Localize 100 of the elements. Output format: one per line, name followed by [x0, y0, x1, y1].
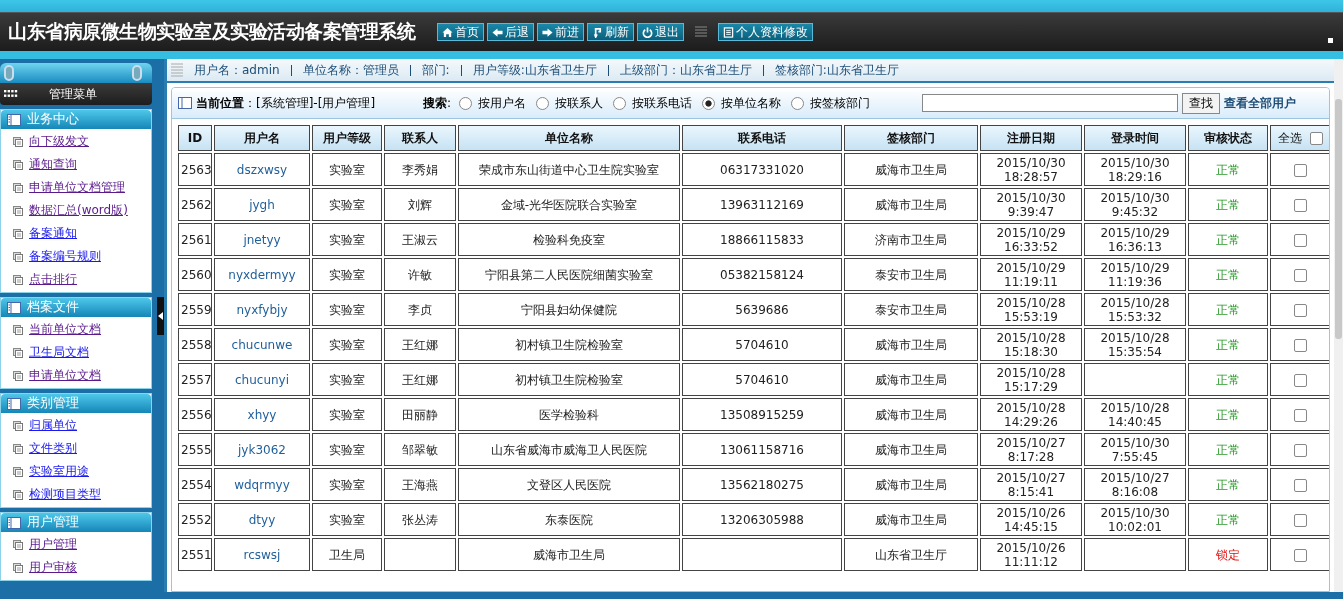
table-cell: 威海市卫生局: [844, 188, 978, 221]
table-cell: 5639686: [682, 293, 842, 326]
nav-button[interactable]: 首页: [437, 23, 484, 41]
row-checkbox[interactable]: [1293, 478, 1307, 492]
column-header: 联系电话: [682, 125, 842, 151]
table-cell: 2015/10/26 14:45:15: [980, 503, 1082, 536]
row-checkbox[interactable]: [1293, 233, 1307, 247]
row-checkbox[interactable]: [1293, 198, 1307, 212]
search-option[interactable]: 按联系电话: [613, 94, 693, 112]
menu-link[interactable]: 文件类别: [29, 440, 77, 457]
row-checkbox[interactable]: [1293, 548, 1307, 562]
menu-link[interactable]: 实验室用途: [29, 463, 89, 480]
username-link[interactable]: jyk3062: [238, 442, 286, 457]
menu-link[interactable]: 数据汇总(word版): [29, 202, 128, 219]
row-checkbox[interactable]: [1293, 513, 1307, 527]
username-link[interactable]: jygh: [249, 197, 275, 212]
menu-title: 管理菜单: [48, 85, 98, 103]
username-link[interactable]: nyxfybjy: [236, 302, 288, 317]
username-link[interactable]: wdqrmyy: [234, 477, 290, 492]
table-cell: 威海市卫生局: [844, 153, 978, 186]
column-header: 用户名: [214, 125, 310, 151]
table-cell: 05382158124: [682, 258, 842, 291]
table-cell: 2015/10/28 14:40:45: [1084, 398, 1186, 431]
menu-link[interactable]: 申请单位文档管理: [29, 179, 125, 196]
nav-button[interactable]: 后退: [487, 23, 534, 41]
search-field[interactable]: [922, 94, 1179, 112]
find-button[interactable]: 查找: [1182, 92, 1221, 114]
table-cell: 实验室: [312, 433, 382, 466]
nav-button[interactable]: 刷新: [587, 23, 634, 41]
status-text: 正常: [1216, 302, 1240, 317]
table-cell: 2562: [178, 188, 212, 221]
page-icon: [13, 562, 23, 573]
table-cell: 2015/10/28 15:17:29: [980, 363, 1082, 396]
profile-button[interactable]: 个人资料修改: [718, 23, 813, 41]
status-text: 正常: [1216, 162, 1240, 177]
menu-link[interactable]: 备案通知: [29, 225, 77, 242]
menu-link[interactable]: 归属单位: [29, 417, 77, 434]
username-link[interactable]: jnetyy: [243, 232, 281, 247]
table-cell: 济南市卫生局: [844, 223, 978, 256]
row-checkbox[interactable]: [1293, 373, 1307, 387]
menu-link[interactable]: 申请单位文档: [29, 367, 101, 384]
menu-link[interactable]: 当前单位文档: [29, 321, 101, 338]
row-checkbox[interactable]: [1293, 338, 1307, 352]
status-text: 正常: [1216, 232, 1240, 247]
table-cell: 王红娜: [384, 328, 456, 361]
page-icon: [13, 539, 23, 550]
table-cell: 2015/10/30 9:39:47: [980, 188, 1082, 221]
row-checkbox[interactable]: [1293, 163, 1307, 177]
search-option[interactable]: 按签核部门: [791, 94, 871, 112]
home-icon: [442, 26, 453, 38]
search-option[interactable]: 按用户名: [459, 94, 527, 112]
row-checkbox[interactable]: [1293, 303, 1307, 317]
username-link[interactable]: nyxdermyy: [228, 267, 296, 282]
column-header: ID: [178, 125, 212, 151]
row-checkbox[interactable]: [1293, 268, 1307, 282]
username-link[interactable]: xhyy: [247, 407, 277, 422]
page-icon: [13, 205, 23, 216]
menu-link[interactable]: 用户审核: [29, 559, 77, 576]
page-icon: [13, 182, 23, 193]
menu-link[interactable]: 检测项目类型: [29, 486, 101, 503]
menu-link[interactable]: 用户管理: [29, 536, 77, 553]
menu-link[interactable]: 卫生局文档: [29, 344, 89, 361]
row-checkbox[interactable]: [1293, 408, 1307, 422]
section-title: 用户管理: [27, 514, 79, 531]
table-cell: 宁阳县第二人民医院细菌实验室: [458, 258, 680, 291]
row-checkbox[interactable]: [1293, 443, 1307, 457]
info-text: 上级部门：山东省卫生厅: [619, 61, 752, 79]
status-text: 正常: [1216, 337, 1240, 352]
username-link[interactable]: dszxwsy: [236, 162, 288, 177]
page-icon: [13, 228, 23, 239]
search-option[interactable]: 按单位名称: [702, 94, 782, 112]
table-cell: 威海市卫生局: [844, 398, 978, 431]
nav-button[interactable]: 前进: [537, 23, 584, 41]
power-icon: [642, 26, 653, 38]
collapse-handle[interactable]: [157, 296, 164, 335]
table-cell: 医学检验科: [458, 398, 680, 431]
status-text: 正常: [1216, 407, 1240, 422]
nav-button[interactable]: 退出: [637, 23, 684, 41]
menu-link[interactable]: 通知查询: [29, 156, 77, 173]
username-link[interactable]: chucunyi: [234, 372, 290, 387]
menu-link[interactable]: 备案编号规则: [29, 248, 101, 265]
table-cell: 东泰医院: [458, 503, 680, 536]
username-link[interactable]: chucunwe: [231, 337, 293, 352]
table-cell: 实验室: [312, 503, 382, 536]
table-cell: 2563: [178, 153, 212, 186]
table-cell: 2015/10/27 8:17:28: [980, 433, 1082, 466]
scrollbar[interactable]: [1334, 59, 1343, 592]
search-option[interactable]: 按联系人: [536, 94, 604, 112]
username-link[interactable]: rcswsj: [243, 547, 281, 562]
status-text: 正常: [1216, 267, 1240, 282]
table-cell: 2015/10/27 8:16:08: [1084, 468, 1186, 501]
table-cell: 刘辉: [384, 188, 456, 221]
page-icon: [13, 347, 23, 358]
left-arrow-icon: [492, 26, 503, 38]
info-text: 签核部门:山东省卫生厅: [774, 61, 899, 79]
select-all-checkbox[interactable]: [1309, 131, 1323, 145]
view-all-link[interactable]: 查看全部用户: [1224, 94, 1297, 112]
menu-link[interactable]: 向下级发文: [29, 133, 89, 150]
username-link[interactable]: dtyy: [248, 512, 276, 527]
menu-link[interactable]: 点击排行: [29, 271, 77, 288]
